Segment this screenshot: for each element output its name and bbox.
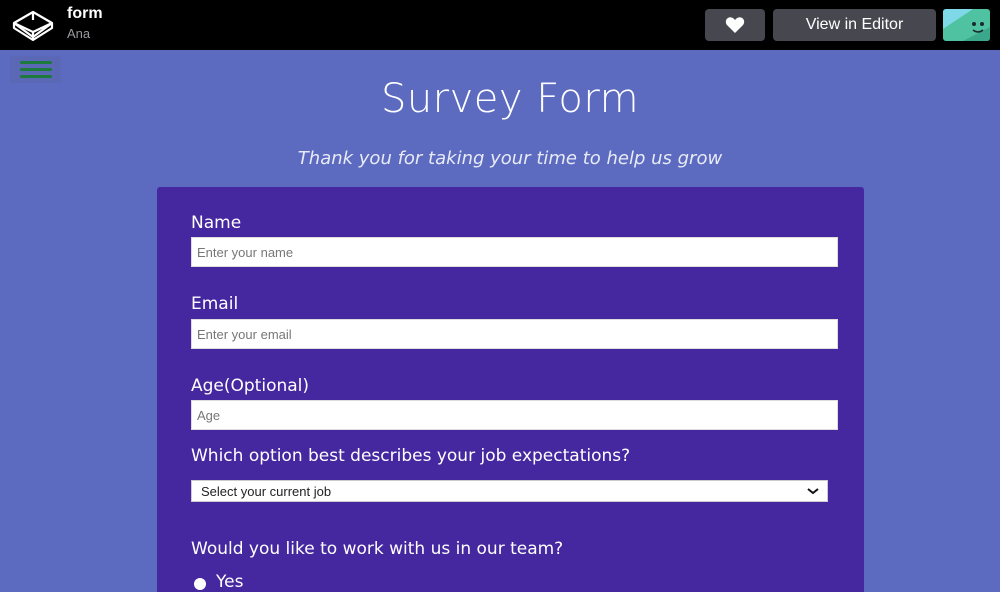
pen-title[interactable]: form — [67, 5, 103, 23]
top-bar: form Ana View in Editor — [0, 0, 1000, 50]
age-label: Age(Optional) — [191, 376, 310, 396]
age-input[interactable] — [191, 400, 838, 430]
email-label: Email — [191, 294, 239, 314]
heart-icon — [725, 17, 745, 33]
email-input[interactable] — [191, 319, 838, 349]
name-label: Name — [191, 213, 242, 233]
chevron-down-icon — [807, 488, 819, 495]
avatar[interactable] — [943, 9, 990, 41]
view-in-editor-button[interactable]: View in Editor — [773, 9, 936, 41]
heart-button[interactable] — [705, 9, 765, 41]
name-input[interactable] — [191, 237, 838, 267]
job-select-value: Select your current job — [201, 483, 332, 499]
job-label: Which option best describes your job exp… — [191, 446, 631, 466]
team-label: Would you like to work with us in our te… — [191, 539, 564, 559]
team-yes-radio[interactable] — [194, 578, 206, 590]
avatar-image — [943, 9, 990, 41]
codepen-logo-icon[interactable] — [10, 9, 56, 41]
pen-author[interactable]: Ana — [67, 26, 90, 41]
team-yes-label[interactable]: Yes — [216, 572, 243, 592]
page-subtitle: Thank you for taking your time to help u… — [297, 148, 723, 169]
job-select[interactable]: Select your current job — [191, 480, 828, 502]
page-title: Survey Form — [380, 76, 640, 122]
